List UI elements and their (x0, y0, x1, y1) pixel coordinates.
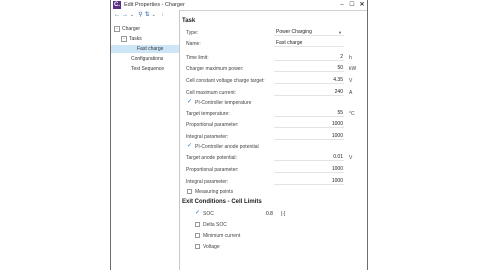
proportional-parameter-label: Proportional parameter: (186, 122, 239, 128)
forward-arrow-icon[interactable]: → (122, 10, 128, 20)
task-section-title: Task (182, 18, 196, 24)
history-dropdown-icon[interactable]: ⌄ (130, 10, 134, 20)
pi-temperature-row: ✓ PI-Controller temperature (186, 98, 361, 108)
tree-item-configurations[interactable]: Configurations (131, 55, 163, 63)
proportional-parameter-field[interactable]: 1000 (274, 166, 344, 173)
charger-max-power-row: Charger maximum power: 50 kW (186, 64, 361, 74)
navigation-toolbar: ← → ⌄ ⚲ ⇅ ⌄ ↓ (111, 10, 179, 20)
type-row: Type: Power Charging ▼ (186, 28, 361, 38)
tree-item-tasks[interactable]: − Tasks (121, 35, 142, 43)
integral-parameter-field[interactable]: 1000 (274, 178, 344, 185)
cc-voltage-target-label: Cell constant voltage charge target: (186, 78, 265, 84)
cell-max-current-row: Cell maximum current: 240 A (186, 88, 361, 98)
tree-item-label: Test Sequence (131, 66, 165, 72)
name-label: Name: (186, 41, 201, 47)
minimum-current-row: Minimum current (194, 231, 361, 241)
pi-anode-checkbox[interactable]: ✓ (187, 143, 192, 149)
pi-anode-label: PI-Controller anode potential (195, 144, 259, 150)
type-select[interactable]: Power Charging (274, 29, 344, 36)
tree-item-label: Fast charge (137, 46, 164, 52)
maximize-button[interactable]: ☐ (347, 0, 357, 10)
proportional-parameter-field[interactable]: 1000 (274, 121, 344, 128)
name-field[interactable]: Fast charge (274, 40, 344, 47)
cell-max-current-field[interactable]: 240 (274, 89, 344, 96)
charger-max-power-field[interactable]: 50 (274, 65, 344, 72)
properties-pane: Task Type: Power Charging ▼ Name: Fast c… (181, 12, 367, 270)
time-limit-label: Time limit: (186, 55, 209, 61)
measuring-points-row: Measuring points (186, 187, 361, 197)
integral-parameter-label: Integral parameter: (186, 134, 229, 140)
time-limit-field[interactable]: 2 (274, 54, 344, 61)
download-icon[interactable]: ↓ (161, 10, 164, 20)
tree-item-label: Configurations (131, 56, 164, 62)
time-limit-row: Time limit: 2 h (186, 53, 361, 63)
target-temperature-label: Target temperature: (186, 111, 230, 117)
target-anode-label: Target anode potential: (186, 155, 237, 161)
voltage-checkbox[interactable] (195, 244, 200, 249)
proportional-parameter-row: Proportional parameter: 1000 (186, 165, 361, 175)
tree-item-fast-charge[interactable]: Fast charge (111, 45, 179, 53)
soc-unit: [-] (281, 211, 286, 217)
proportional-parameter-row: Proportional parameter: 1000 (186, 120, 361, 130)
cell-max-current-label: Cell maximum current: (186, 90, 237, 96)
soc-value-field[interactable]: 0.8 (266, 211, 273, 217)
measuring-points-label: Measuring points (195, 189, 234, 195)
soc-checkbox[interactable]: ✓ (195, 210, 200, 216)
charger-max-power-unit: kW (349, 66, 357, 72)
back-arrow-icon[interactable]: ← (114, 10, 120, 20)
window-title: Edit Properties - Charger (124, 2, 185, 8)
delta-soc-row: Delta SOC (194, 220, 361, 230)
pi-temperature-checkbox[interactable]: ✓ (187, 99, 192, 105)
name-row: Name: Fast charge (186, 39, 361, 49)
collapse-icon[interactable]: − (121, 35, 127, 42)
chevron-down-icon[interactable]: ▼ (338, 29, 342, 36)
integral-parameter-row: Integral parameter: 1000 (186, 177, 361, 187)
target-anode-field[interactable]: 0.01 (274, 154, 344, 161)
target-temperature-unit: °C (349, 111, 355, 117)
time-limit-unit: h (349, 55, 352, 61)
navigation-pane: ← → ⌄ ⚲ ⇅ ⌄ ↓ − Charger − Tasks Fast charg… (111, 10, 180, 270)
collapse-icon[interactable]: − (114, 25, 120, 32)
minimum-current-label: Minimum current (203, 233, 241, 239)
pi-anode-row: ✓ PI-Controller anode potential (186, 142, 361, 152)
integral-parameter-label: Integral parameter: (186, 179, 229, 185)
sort-dropdown-icon[interactable]: ⌄ (152, 10, 156, 20)
integral-parameter-row: Integral parameter: 1000 (186, 132, 361, 142)
cc-voltage-target-row: Cell constant voltage charge target: 4.3… (186, 76, 361, 86)
edit-properties-window: C. Edit Properties - Charger – ☐ ✕ ← → ⌄… (110, 0, 368, 270)
tree-item-label: Charger (122, 26, 141, 32)
minimum-current-checkbox[interactable] (195, 233, 200, 238)
cc-voltage-target-field[interactable]: 4.35 (274, 77, 344, 84)
soc-label: SOC (203, 211, 214, 217)
voltage-label: Voltage (203, 244, 220, 250)
cell-max-current-unit: A (349, 90, 353, 96)
pi-temperature-label: PI-Controller temperature (195, 100, 252, 106)
tree-item-label: Tasks (129, 36, 142, 42)
app-logo: C. (113, 1, 121, 9)
cc-voltage-target-unit: V (349, 78, 353, 84)
measuring-points-checkbox[interactable] (187, 189, 192, 194)
voltage-row: Voltage (194, 242, 361, 252)
delta-soc-label: Delta SOC (203, 222, 227, 228)
minimize-button[interactable]: – (337, 0, 347, 10)
proportional-parameter-label: Proportional parameter: (186, 167, 239, 173)
type-label: Type: (186, 30, 199, 36)
tree-item-test-sequence[interactable]: Test Sequence (131, 65, 164, 73)
delta-soc-checkbox[interactable] (195, 222, 200, 227)
target-temperature-row: Target temperature: 55 °C (186, 109, 361, 119)
close-button[interactable]: ✕ (357, 0, 367, 10)
soc-row: ✓ SOC 0.8 [-] (194, 209, 361, 219)
charger-max-power-label: Charger maximum power: (186, 66, 244, 72)
tree-item-charger[interactable]: − Charger (114, 25, 140, 33)
search-icon[interactable]: ⚲ (138, 10, 142, 20)
target-anode-row: Target anode potential: 0.01 V (186, 153, 361, 163)
sort-icon[interactable]: ⇅ (145, 10, 150, 20)
target-anode-unit: V (349, 155, 353, 161)
integral-parameter-field[interactable]: 1000 (274, 133, 344, 140)
target-temperature-field[interactable]: 55 (274, 110, 344, 117)
exit-conditions-title: Exit Conditions - Cell Limits (182, 199, 262, 205)
